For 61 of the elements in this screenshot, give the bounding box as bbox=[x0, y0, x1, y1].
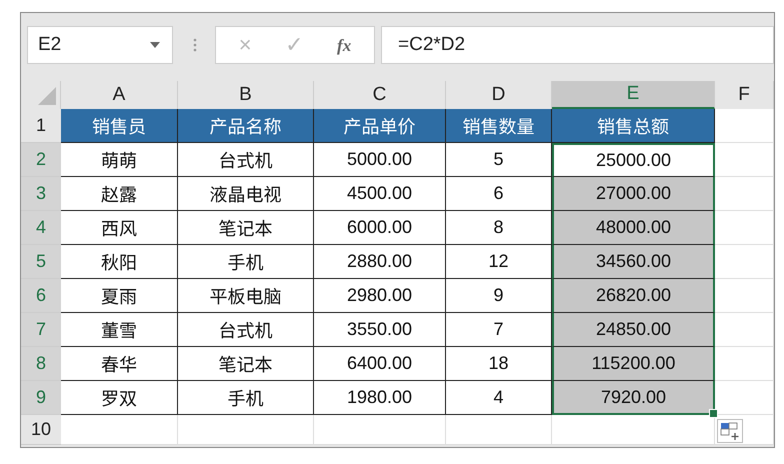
header-cell: 销售总额 bbox=[552, 109, 715, 143]
table-cell: 1980.00 bbox=[314, 381, 446, 415]
row-header[interactable]: 2 bbox=[21, 143, 61, 177]
table-cell: 5000.00 bbox=[314, 143, 446, 177]
row-header[interactable]: 5 bbox=[21, 245, 61, 279]
header-cell: 销售数量 bbox=[446, 109, 552, 143]
column-header[interactable]: E bbox=[552, 81, 715, 109]
row-header[interactable]: 7 bbox=[21, 313, 61, 347]
table-cell: 24850.00 bbox=[552, 313, 715, 347]
table-cell: 西风 bbox=[61, 211, 178, 245]
column-header[interactable]: D bbox=[446, 81, 552, 109]
quick-analysis-icon[interactable] bbox=[717, 419, 743, 443]
table-cell: 萌萌 bbox=[61, 143, 178, 177]
table-cell: 台式机 bbox=[178, 313, 314, 347]
cell-reference: E2 bbox=[38, 34, 62, 56]
name-box[interactable]: E2 bbox=[27, 26, 173, 64]
table-cell: 2880.00 bbox=[314, 245, 446, 279]
table-cell: 春华 bbox=[61, 347, 178, 381]
column-header[interactable]: B bbox=[178, 81, 314, 109]
table-cell: 115200.00 bbox=[552, 347, 715, 381]
header-cell: 产品名称 bbox=[178, 109, 314, 143]
table-cell: 董雪 bbox=[61, 313, 178, 347]
table-cell: 2980.00 bbox=[314, 279, 446, 313]
row-header[interactable]: 1 bbox=[21, 109, 61, 143]
column-header[interactable]: A bbox=[61, 81, 178, 109]
row-header[interactable]: 8 bbox=[21, 347, 61, 381]
column-header[interactable]: C bbox=[314, 81, 446, 109]
table-cell: 平板电脑 bbox=[178, 279, 314, 313]
table-cell: 27000.00 bbox=[552, 177, 715, 211]
table-cell: 34560.00 bbox=[552, 245, 715, 279]
fill-handle[interactable] bbox=[709, 409, 718, 418]
table-cell: 赵露 bbox=[61, 177, 178, 211]
insert-function-button[interactable]: fx bbox=[337, 36, 352, 54]
table-cell: 7920.00 bbox=[552, 381, 715, 415]
table-cell: 4500.00 bbox=[314, 177, 446, 211]
table-cell: 26820.00 bbox=[552, 279, 715, 313]
table-cell: 6400.00 bbox=[314, 347, 446, 381]
table-cell: 48000.00 bbox=[552, 211, 715, 245]
row-header[interactable]: 3 bbox=[21, 177, 61, 211]
table-cell: 3550.00 bbox=[314, 313, 446, 347]
table-cell: 笔记本 bbox=[178, 211, 314, 245]
row-header[interactable]: 9 bbox=[21, 381, 61, 415]
formula-field[interactable]: =C2*D2 bbox=[381, 26, 774, 64]
table-cell: 液晶电视 bbox=[178, 177, 314, 211]
row-header[interactable]: 4 bbox=[21, 211, 61, 245]
row-header[interactable]: 6 bbox=[21, 279, 61, 313]
table-cell: 手机 bbox=[178, 245, 314, 279]
table-cell: 夏雨 bbox=[61, 279, 178, 313]
header-cell: 销售员 bbox=[61, 109, 178, 143]
table-cell: 6000.00 bbox=[314, 211, 446, 245]
table-cell: 罗双 bbox=[61, 381, 178, 415]
drag-handle-icon[interactable] bbox=[193, 38, 197, 52]
table-cell: 手机 bbox=[178, 381, 314, 415]
dropdown-caret-icon[interactable] bbox=[150, 42, 160, 48]
row-header[interactable]: 10 bbox=[21, 415, 61, 445]
table-cell: 5 bbox=[446, 143, 552, 177]
table-cell: 笔记本 bbox=[178, 347, 314, 381]
table-cell: 秋阳 bbox=[61, 245, 178, 279]
header-cell: 产品单价 bbox=[314, 109, 446, 143]
table-cell: 台式机 bbox=[178, 143, 314, 177]
column-header[interactable]: F bbox=[715, 81, 774, 109]
